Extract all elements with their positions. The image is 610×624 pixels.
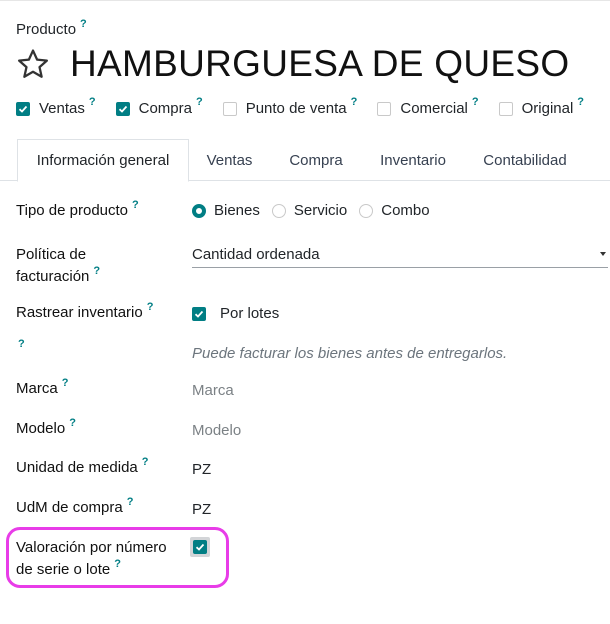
radio-label-combo: Combo: [381, 202, 430, 219]
track-inventory-label-row: Rastrear inventario?: [16, 301, 154, 325]
product-type-label: Tipo de producto: [16, 202, 129, 219]
help-icon[interactable]: ?: [93, 265, 100, 277]
model-label: Modelo: [16, 420, 66, 437]
product-flags: Ventas? Compra? Punto de venta? Comercia…: [16, 96, 584, 117]
flag-label-compra: Compra: [138, 100, 192, 117]
brand-label-row: Marca?: [16, 377, 69, 401]
purchase-uom-label-row: UdM de compra?: [16, 496, 134, 520]
checkbox-ventas[interactable]: [16, 101, 30, 116]
track-inventory-label: Rastrear inventario: [16, 304, 143, 321]
valuation-checkbox-fill: [193, 540, 207, 554]
model-input[interactable]: Modelo: [192, 422, 241, 439]
invoicing-note: Puede facturar los bienes antes de entre…: [192, 345, 508, 362]
page-title: HAMBURGUESA DE QUESO: [70, 43, 570, 84]
check-icon: [118, 105, 127, 113]
radio-combo[interactable]: Combo: [359, 202, 430, 219]
help-icon[interactable]: ?: [89, 96, 96, 108]
flag-label-punto-de-venta: Punto de venta: [245, 100, 347, 117]
title-row: HAMBURGUESA DE QUESO: [16, 40, 569, 88]
brand-label: Marca: [16, 380, 58, 397]
help-icon[interactable]: ?: [18, 338, 25, 350]
help-icon[interactable]: ?: [147, 301, 154, 313]
purchase-uom-value[interactable]: PZ: [192, 501, 211, 518]
flag-compra[interactable]: Compra?: [115, 96, 203, 117]
track-inventory-option[interactable]: Por lotes: [192, 305, 279, 322]
tab-contabilidad[interactable]: Contabilidad: [464, 139, 586, 181]
radio-button[interactable]: [192, 203, 206, 218]
help-icon[interactable]: ?: [351, 96, 358, 108]
note-help-row: ?: [16, 338, 25, 362]
radio-label-servicio: Servicio: [293, 202, 348, 219]
help-icon[interactable]: ?: [142, 456, 149, 468]
flag-label-ventas: Ventas: [39, 100, 85, 117]
valuation-checkbox[interactable]: [190, 537, 210, 557]
help-icon[interactable]: ?: [127, 496, 134, 508]
uom-label-row: Unidad de medida?: [16, 456, 149, 480]
flag-label-original: Original: [521, 100, 574, 117]
invoicing-policy-label-line2-row: facturación?: [16, 265, 100, 289]
checkbox-compra[interactable]: [115, 101, 130, 116]
checkbox-comercial[interactable]: [377, 101, 392, 116]
product-type-radio-group: Bienes Servicio Combo: [192, 202, 442, 219]
purchase-uom-label: UdM de compra: [16, 499, 123, 516]
help-icon[interactable]: ?: [80, 18, 87, 30]
tab-informacion-general[interactable]: Información general: [17, 139, 189, 182]
tab-ventas[interactable]: Ventas: [189, 139, 270, 181]
help-icon[interactable]: ?: [472, 96, 479, 108]
flag-original[interactable]: Original?: [498, 96, 584, 117]
uom-label: Unidad de medida: [16, 459, 138, 476]
radio-servicio[interactable]: Servicio: [271, 202, 348, 219]
flag-comercial[interactable]: Comercial?: [377, 96, 479, 117]
flag-punto-de-venta[interactable]: Punto de venta?: [222, 96, 357, 117]
radio-label-bienes: Bienes: [214, 202, 260, 219]
invoicing-policy-label-block: Política de facturación?: [16, 244, 100, 289]
track-inventory-option-label: Por lotes: [220, 305, 280, 322]
checkbox-original[interactable]: [498, 101, 513, 116]
product-label-row: Producto?: [16, 18, 87, 38]
valuation-label-line2: de serie o lote: [16, 561, 111, 578]
check-icon: [194, 310, 204, 318]
model-label-row: Modelo?: [16, 417, 76, 441]
flag-label-comercial: Comercial: [400, 100, 468, 117]
brand-input[interactable]: Marca: [192, 382, 234, 399]
product-type-label-row: Tipo de producto?: [16, 199, 139, 223]
help-icon[interactable]: ?: [114, 558, 121, 570]
check-icon: [18, 105, 28, 113]
chevron-down-icon: [600, 252, 606, 256]
help-icon[interactable]: ?: [132, 199, 139, 211]
help-icon[interactable]: ?: [69, 417, 76, 429]
invoicing-policy-label-line1: Política de: [16, 246, 87, 263]
valuation-label-line2-row: de serie o lote?: [16, 558, 167, 582]
valuation-label-block: Valoración por número de serie o lote?: [16, 537, 167, 582]
check-icon: [195, 543, 205, 551]
invoicing-policy-value: Cantidad ordenada: [192, 246, 320, 263]
top-divider: [0, 0, 610, 1]
radio-button[interactable]: [271, 203, 286, 218]
track-inventory-checkbox[interactable]: [192, 306, 206, 321]
product-label: Producto: [16, 21, 77, 38]
radio-button[interactable]: [359, 203, 374, 218]
invoicing-policy-label-line2: facturación: [16, 268, 90, 285]
tab-bar: Información general Ventas Compra Invent…: [0, 139, 610, 182]
invoicing-policy-select[interactable]: Cantidad ordenada: [192, 244, 608, 268]
checkbox-punto-de-venta[interactable]: [222, 101, 237, 116]
help-icon[interactable]: ?: [62, 377, 69, 389]
tab-inventario[interactable]: Inventario: [362, 139, 464, 181]
uom-value[interactable]: PZ: [192, 461, 211, 478]
favorite-star-icon[interactable]: [16, 47, 50, 81]
flag-ventas[interactable]: Ventas?: [16, 96, 96, 117]
help-icon[interactable]: ?: [196, 96, 203, 108]
radio-bienes[interactable]: Bienes: [192, 202, 260, 219]
tab-compra[interactable]: Compra: [270, 139, 362, 181]
help-icon[interactable]: ?: [577, 96, 584, 108]
valuation-label-line1: Valoración por número: [16, 539, 167, 556]
